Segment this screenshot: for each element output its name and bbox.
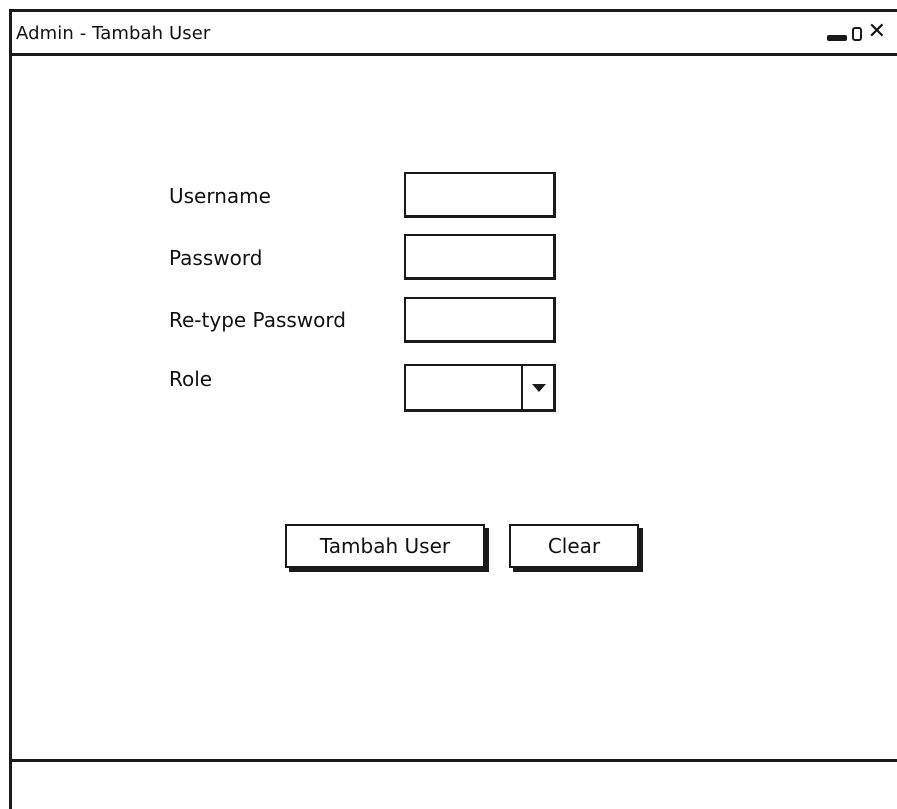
window-title: Admin - Tambah User (16, 23, 211, 44)
window-controls: ✕ (826, 20, 886, 44)
chevron-down-icon[interactable] (521, 366, 553, 409)
password-label: Password (169, 246, 263, 270)
tambah-user-button[interactable]: Tambah User (285, 524, 485, 568)
username-field[interactable] (404, 172, 556, 218)
clear-button[interactable]: Clear (509, 524, 639, 568)
retype-password-field[interactable] (404, 297, 556, 343)
close-icon[interactable]: ✕ (868, 21, 886, 43)
password-field[interactable] (404, 234, 556, 280)
maximize-icon[interactable] (851, 27, 862, 41)
role-label: Role (169, 367, 213, 391)
retype-password-label: Re-type Password (169, 308, 346, 332)
title-bar: Admin - Tambah User ✕ (12, 12, 897, 56)
username-label: Username (169, 184, 271, 208)
role-select[interactable] (404, 364, 556, 412)
minimize-icon[interactable] (826, 35, 847, 41)
status-bar-divider (12, 759, 897, 762)
app-window: Admin - Tambah User ✕ Username Password … (9, 9, 897, 809)
